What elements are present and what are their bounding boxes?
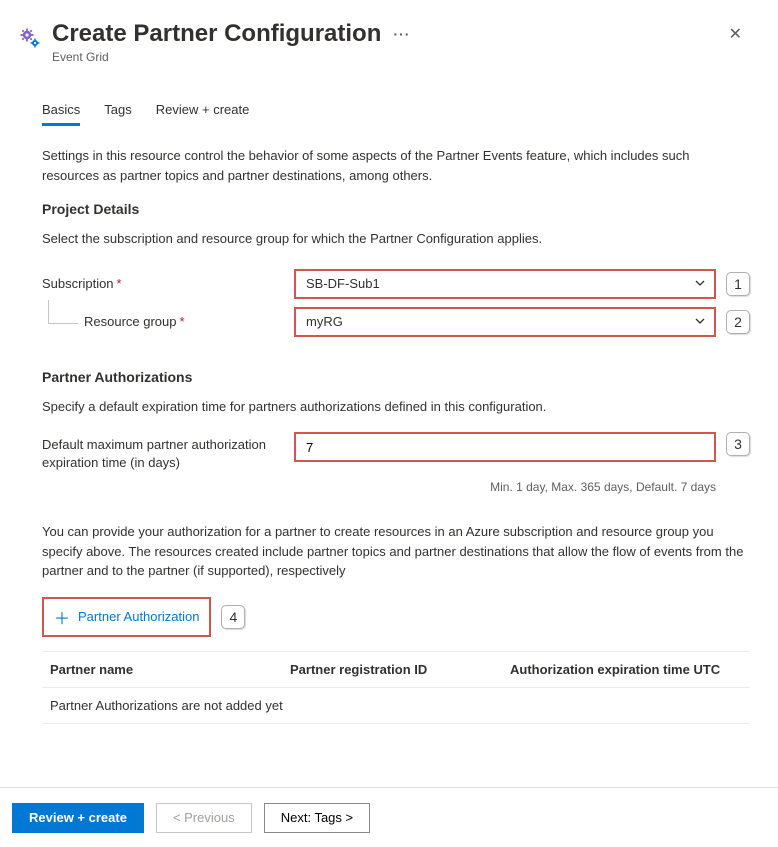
tree-indent-line bbox=[48, 300, 78, 324]
wizard-footer: Review + create < Previous Next: Tags > bbox=[0, 787, 778, 847]
col-registration-id: Partner registration ID bbox=[290, 662, 510, 677]
close-icon[interactable]: ✕ bbox=[721, 20, 750, 48]
empty-row-text: Partner Authorizations are not added yet bbox=[50, 698, 283, 713]
page-title: Create Partner Configuration bbox=[52, 20, 381, 48]
required-marker: * bbox=[117, 276, 122, 291]
col-expiration-utc: Authorization expiration time UTC bbox=[510, 662, 742, 677]
gear-pair-icon bbox=[18, 26, 42, 50]
tab-review[interactable]: Review + create bbox=[156, 98, 250, 126]
callout-3: 3 bbox=[726, 432, 750, 456]
expiration-label: Default maximum partner authorization ex… bbox=[42, 432, 294, 472]
resource-group-select[interactable]: myRG bbox=[294, 307, 716, 337]
project-details-heading: Project Details bbox=[42, 201, 750, 217]
required-marker: * bbox=[180, 314, 185, 329]
tab-tags[interactable]: Tags bbox=[104, 98, 131, 126]
expiration-hint: Min. 1 day, Max. 365 days, Default. 7 da… bbox=[42, 480, 716, 494]
resource-group-value: myRG bbox=[306, 314, 343, 329]
callout-4: 4 bbox=[221, 605, 245, 629]
add-partner-authorization-button[interactable]: ＋ Partner Authorization bbox=[42, 597, 211, 637]
more-menu-icon[interactable]: ··· bbox=[393, 26, 410, 42]
add-partner-authorization-label: Partner Authorization bbox=[78, 609, 199, 624]
col-partner-name: Partner name bbox=[50, 662, 290, 677]
callout-2: 2 bbox=[726, 310, 750, 334]
expiration-input[interactable] bbox=[294, 432, 716, 462]
resource-group-label: Resource group bbox=[84, 314, 177, 329]
partner-auth-table: Partner name Partner registration ID Aut… bbox=[42, 651, 750, 724]
callout-1: 1 bbox=[726, 272, 750, 296]
tab-bar: Basics Tags Review + create bbox=[18, 98, 750, 126]
subscription-label: Subscription bbox=[42, 276, 114, 291]
next-button[interactable]: Next: Tags > bbox=[264, 803, 370, 833]
subscription-value: SB-DF-Sub1 bbox=[306, 276, 380, 291]
partner-auth-heading: Partner Authorizations bbox=[42, 369, 750, 385]
page-subtitle: Event Grid bbox=[52, 50, 721, 64]
previous-button[interactable]: < Previous bbox=[156, 803, 252, 833]
partner-auth-desc: Specify a default expiration time for pa… bbox=[42, 397, 750, 417]
auth-paragraph: You can provide your authorization for a… bbox=[42, 522, 750, 581]
intro-text: Settings in this resource control the be… bbox=[42, 146, 750, 185]
tab-basics[interactable]: Basics bbox=[42, 98, 80, 126]
chevron-down-icon bbox=[694, 315, 706, 330]
project-details-desc: Select the subscription and resource gro… bbox=[42, 229, 750, 249]
plus-icon: ＋ bbox=[54, 605, 70, 629]
chevron-down-icon bbox=[694, 277, 706, 292]
subscription-select[interactable]: SB-DF-Sub1 bbox=[294, 269, 716, 299]
review-create-button[interactable]: Review + create bbox=[12, 803, 144, 833]
